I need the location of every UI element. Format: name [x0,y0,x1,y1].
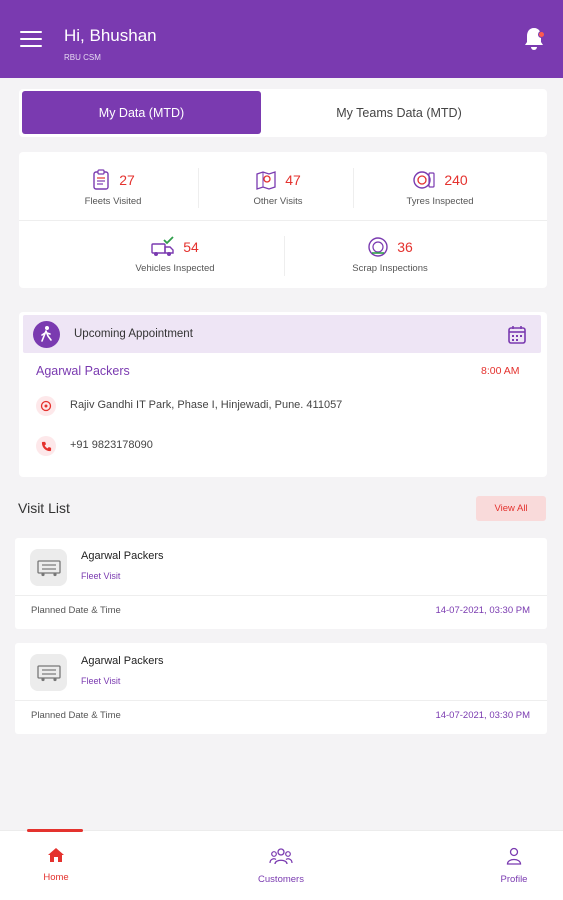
stat-value: 27 [119,172,135,188]
calendar-icon[interactable] [507,325,527,345]
stat-tyres-inspected[interactable]: 240 Tyres Inspected [380,168,500,207]
nav-customers[interactable]: Customers [241,847,321,885]
customers-icon [269,848,293,865]
home-icon [48,848,64,862]
appointment-phone[interactable]: +91 9823178090 [70,439,153,451]
stats-card: 27 Fleets Visited 47 Other Visits 240 Ty… [19,152,547,288]
visit-customer-name: Agarwal Packers [81,655,164,667]
stat-fleets-visited[interactable]: 27 Fleets Visited [53,168,173,207]
profile-icon [506,847,522,865]
upcoming-appointment-card[interactable]: Upcoming Appointment Agarwal Packers 8:0… [19,312,547,477]
appointment-title: Upcoming Appointment [74,328,193,340]
tyre-icon [413,171,435,189]
nav-customers-label: Customers [258,874,304,885]
nav-profile[interactable]: Profile [474,847,554,885]
active-tab-indicator [27,829,83,832]
tab-my-data[interactable]: My Data (MTD) [22,91,261,134]
view-all-button[interactable]: View All [476,496,546,521]
planned-datetime: 14-07-2021, 03:30 PM [435,710,530,721]
appointment-address: Rajiv Gandhi IT Park, Phase I, Hinjewadi… [70,399,343,411]
location-pin-icon [36,396,56,416]
user-role: RBU CSM [64,53,101,62]
planned-label: Planned Date & Time [31,710,121,721]
stat-value: 36 [397,239,413,255]
visit-type: Fleet Visit [81,571,121,581]
appointment-customer-name: Agarwal Packers [36,364,130,378]
clipboard-icon [93,169,109,190]
visit-list-title: Visit List [18,500,70,516]
notification-bell-icon[interactable] [522,26,546,52]
app-bar: Hi, Bhushan RBU CSM [0,0,563,78]
bottom-navigation: Home Customers Profile [0,829,563,900]
planned-datetime: 14-07-2021, 03:30 PM [435,605,530,616]
nav-home[interactable]: Home [16,847,96,883]
truck-check-icon [151,236,174,256]
walking-person-icon [33,321,60,348]
tab-my-teams-data[interactable]: My Teams Data (MTD) [274,91,524,134]
stat-label: Other Visits [253,196,303,207]
phone-icon[interactable] [36,436,56,456]
menu-icon[interactable] [20,31,42,49]
stat-vehicles-inspected[interactable]: 54 Vehicles Inspected [115,235,235,274]
visit-customer-name: Agarwal Packers [81,550,164,562]
stat-label: Fleets Visited [84,196,142,207]
stat-value: 54 [183,239,199,255]
appointment-time: 8:00 AM [481,365,520,377]
stat-value: 47 [285,172,301,188]
nav-home-label: Home [43,872,69,883]
greeting-text: Hi, Bhushan [64,26,157,45]
map-visits-icon [256,171,276,190]
visit-list-item[interactable]: Agarwal Packers Fleet Visit Planned Date… [15,538,547,629]
truck-thumbnail-icon [30,549,67,586]
stat-label: Tyres Inspected [406,196,474,207]
stat-label: Scrap Inspections [352,263,428,274]
visit-type: Fleet Visit [81,676,121,686]
truck-thumbnail-icon [30,654,67,691]
notification-dot [538,31,545,38]
data-tabs: My Data (MTD) My Teams Data (MTD) [19,89,547,137]
scrap-tyre-icon [368,237,388,257]
stat-other-visits[interactable]: 47 Other Visits [218,168,338,207]
stat-value: 240 [444,172,468,188]
nav-profile-label: Profile [500,874,528,885]
planned-label: Planned Date & Time [31,605,121,616]
appointment-header: Upcoming Appointment [23,315,541,353]
stat-label: Vehicles Inspected [135,263,215,274]
stat-scrap-inspections[interactable]: 36 Scrap Inspections [330,235,450,274]
visit-list-item[interactable]: Agarwal Packers Fleet Visit Planned Date… [15,643,547,734]
